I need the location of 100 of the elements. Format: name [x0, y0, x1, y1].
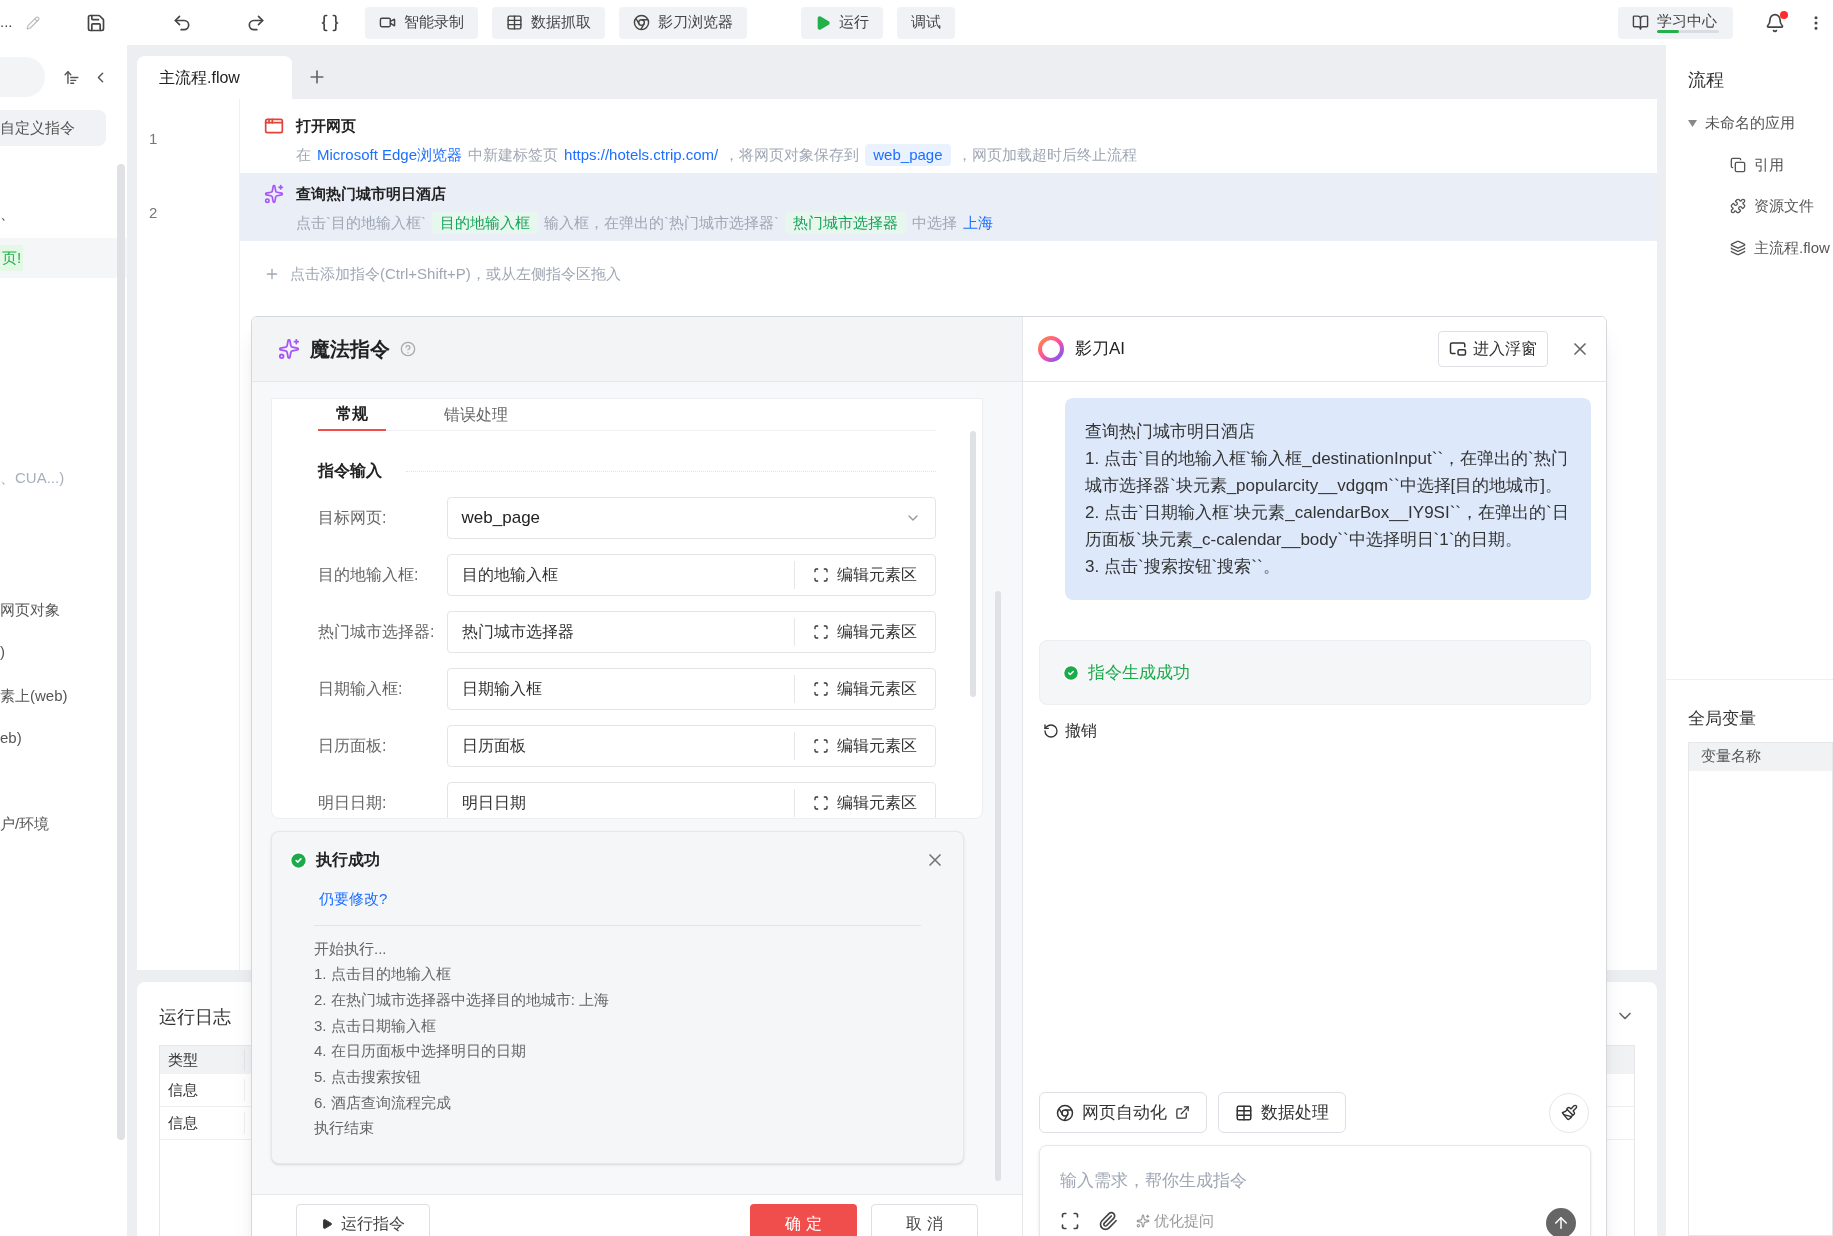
- run-command-button[interactable]: 运行指令: [296, 1204, 430, 1236]
- edit-element-button[interactable]: 编辑元素区: [795, 791, 935, 815]
- dialog-tab[interactable]: 错误处理: [426, 399, 526, 431]
- scrollbar[interactable]: [117, 164, 125, 1140]
- tree-item[interactable]: 引用: [1754, 153, 1784, 176]
- field-label: 日历面板:: [318, 736, 388, 756]
- browser-icon: [633, 14, 650, 31]
- message-line: 2. 点击`日期输入框`块元素_calendarBox__IY9SI``，在弹出的`日历面板`块元素_c-calendar__body``中选择明日`1`的日期。: [1085, 502, 1570, 551]
- edit-element-button[interactable]: 编辑元素区: [795, 677, 935, 701]
- scan-icon: [813, 795, 829, 811]
- log-line: 4. 在日历面板中选择明日的日期: [314, 1041, 527, 1062]
- file-tab[interactable]: 主流程.flow: [137, 56, 292, 99]
- toolbar-button[interactable]: 智能录制: [365, 6, 478, 39]
- copy-icon: [1730, 156, 1746, 173]
- toolbar-button[interactable]: 调试: [897, 6, 955, 39]
- field-label: 明日日期:: [318, 793, 388, 813]
- undo-link[interactable]: 撤销: [1065, 719, 1097, 743]
- float-window-button[interactable]: 进入浮窗: [1438, 331, 1548, 367]
- assistant-title: 影刀AI: [1075, 338, 1126, 361]
- save-icon[interactable]: [86, 12, 106, 33]
- attachment-icon[interactable]: [1098, 1210, 1118, 1231]
- log-line: 3. 点击日期输入框: [314, 1015, 437, 1036]
- field-label: 日期输入框:: [318, 679, 404, 699]
- message-line: 1. 点击`目的地输入框`输入框_destinationInput``，在弹出的`热门城市选择器`块元素_popularcity__vdgqm``中选择[目的地城市]。: [1085, 448, 1569, 497]
- expand-arrow-icon[interactable]: [1688, 119, 1697, 127]
- undo-icon: [1043, 723, 1059, 739]
- scan-icon: [813, 738, 829, 754]
- scan-icon: [813, 681, 829, 697]
- quick-action-button[interactable]: 网页自动化: [1039, 1092, 1207, 1133]
- description-text: ，网页加载超时后终止流程: [956, 144, 1137, 165]
- cancel-button[interactable]: 取 消: [871, 1204, 978, 1236]
- play-icon: [815, 14, 831, 31]
- element-field[interactable]: 目的地输入框 编辑元素区: [446, 554, 936, 596]
- quick-action-button[interactable]: 数据处理: [1218, 1092, 1346, 1133]
- flow-step[interactable]: 查询热门城市明日酒店 点击`目的地输入框` 目的地输入框 输入框，在弹出的`热门城市选择器` 热门城市选择器 中选择 上海: [240, 173, 1657, 241]
- tree-item[interactable]: 主流程.flow: [1754, 236, 1830, 259]
- edit-element-button[interactable]: 编辑元素区: [795, 620, 935, 644]
- section-title: 指令输入: [318, 461, 382, 481]
- sidebar-hint: 、CUA...): [0, 468, 66, 488]
- line-number: 1: [149, 128, 158, 149]
- sidebar-item[interactable]: 户/环境: [0, 814, 50, 834]
- element-field[interactable]: 日历面板 编辑元素区: [446, 725, 936, 767]
- element-field[interactable]: 日期输入框 编辑元素区: [446, 668, 936, 710]
- link-text[interactable]: Microsoft Edge浏览器: [317, 143, 463, 166]
- link-text[interactable]: https://hotels.ctrip.com/: [564, 143, 719, 166]
- description-text: ，将网页对象保存到: [724, 144, 860, 165]
- scan-icon: [813, 624, 829, 640]
- puzzle-icon: [1730, 198, 1746, 215]
- toolbar-button[interactable]: 运行: [801, 6, 883, 39]
- edit-element-button[interactable]: 编辑元素区: [795, 734, 935, 758]
- sort-icon[interactable]: [63, 68, 80, 86]
- undo-icon[interactable]: [172, 12, 192, 33]
- scrollbar[interactable]: [970, 431, 976, 697]
- scrollbar[interactable]: [995, 591, 1001, 1181]
- sidebar-item[interactable]: 素上(web): [0, 686, 68, 706]
- element-field[interactable]: 明日日期 编辑元素区: [446, 782, 936, 818]
- sidebar-item[interactable]: ): [0, 642, 5, 662]
- log-line: 5. 点击搜索按钮: [314, 1067, 422, 1087]
- link-text[interactable]: 上海: [963, 211, 993, 234]
- description-text: 点击`目的地输入框`: [296, 212, 426, 233]
- toolbar-button[interactable]: 数据抓取: [492, 6, 605, 39]
- table-icon: [1235, 1103, 1253, 1122]
- edit-element-button[interactable]: 编辑元素区: [795, 563, 935, 587]
- element-field[interactable]: 热门城市选择器 编辑元素区: [446, 611, 936, 653]
- step-title: 查询热门城市明日酒店: [296, 184, 447, 204]
- sidebar-item[interactable]: 网页对象: [0, 600, 60, 620]
- braces-icon[interactable]: [320, 12, 340, 33]
- webpage-icon: [264, 116, 284, 136]
- modify-link[interactable]: 仍要修改?: [319, 888, 388, 911]
- learning-center-button[interactable]: 学习中心: [1618, 6, 1733, 39]
- log-line: 开始执行...: [314, 938, 388, 959]
- tree-item[interactable]: 未命名的应用: [1705, 112, 1795, 135]
- sparkle-icon: [1136, 1213, 1150, 1228]
- description-text: 在: [296, 144, 311, 165]
- layers-icon: [1730, 239, 1746, 256]
- toolbar-button[interactable]: 影刀浏览器: [619, 6, 747, 39]
- logo-icon: [1037, 335, 1065, 363]
- column-header: 类型: [160, 1048, 245, 1072]
- sparkle-icon: [278, 338, 300, 360]
- description-text: 中新建标签页: [468, 144, 559, 165]
- element-tag: 目的地输入框: [432, 211, 538, 234]
- tree-item[interactable]: 资源文件: [1754, 195, 1814, 218]
- bell-icon[interactable]: [1765, 12, 1785, 33]
- window-icon: [1449, 340, 1467, 358]
- scan-icon: [813, 567, 829, 583]
- select-field[interactable]: web_page: [446, 497, 936, 539]
- line-number: 2: [149, 202, 158, 223]
- dialog-tab[interactable]: 常规: [318, 399, 386, 431]
- success-icon: [1062, 663, 1080, 682]
- sparkle-icon: [264, 184, 284, 204]
- redo-icon[interactable]: [246, 12, 266, 33]
- sidebar-item[interactable]: eb): [0, 728, 22, 748]
- book-icon: [1632, 14, 1649, 31]
- send-button[interactable]: [1546, 1208, 1576, 1236]
- description-text: 中选择: [912, 212, 957, 233]
- confirm-button[interactable]: 确 定: [750, 1204, 857, 1236]
- description-text: 输入框，在弹出的`热门城市选择器`: [544, 212, 779, 233]
- table-cell: 信息: [160, 1111, 245, 1135]
- screenshot-icon[interactable]: [1060, 1210, 1080, 1231]
- sidebar-item[interactable]: 、: [0, 204, 15, 224]
